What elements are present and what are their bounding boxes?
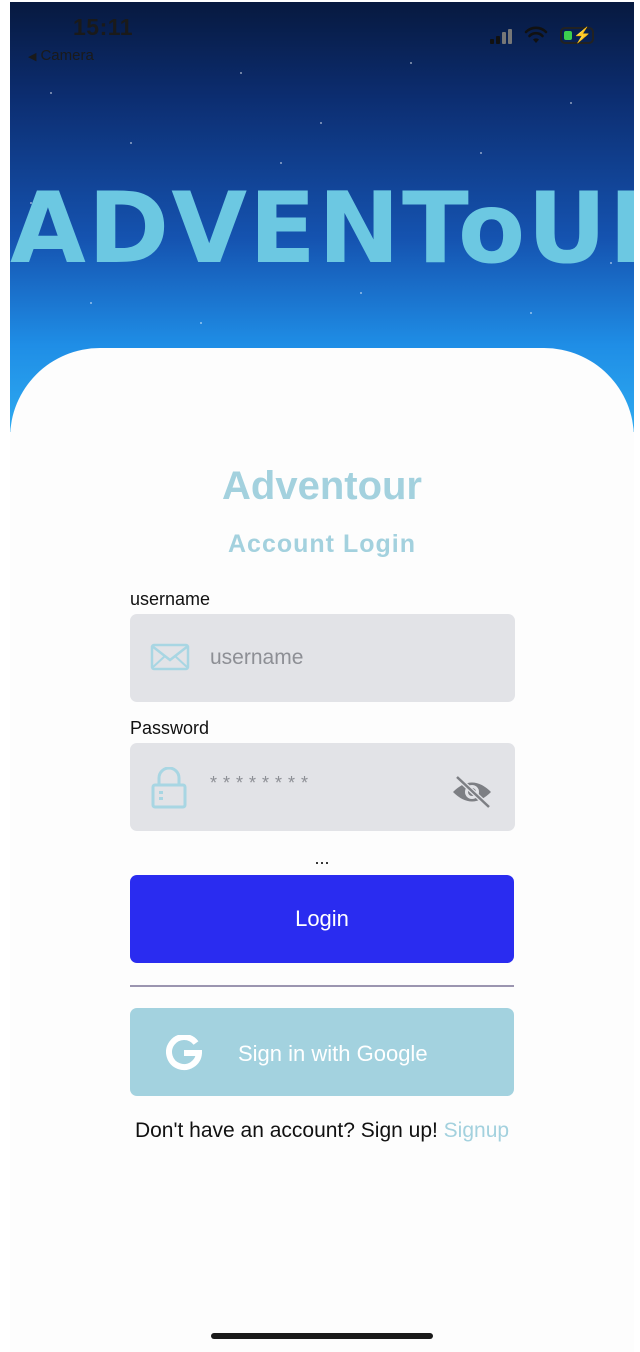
username-placeholder: username <box>210 646 304 669</box>
page-subtitle: Account Login <box>228 530 416 558</box>
lock-icon <box>150 766 188 814</box>
divider <box>130 985 514 987</box>
envelope-icon <box>150 642 190 677</box>
username-field[interactable]: username <box>130 614 515 702</box>
app-screen: ADVENToUR 15:11 ◀ Camera ⚡ Adventour Acco… <box>10 2 634 1352</box>
page-title: Adventour <box>222 464 422 508</box>
app-logo: ADVENToUR <box>10 172 634 286</box>
status-bar: 15:11 ◀ Camera ⚡ <box>10 2 634 64</box>
battery-icon: ⚡ <box>560 27 594 44</box>
signup-row: Don't have an account? Sign up! Signup <box>10 1119 634 1143</box>
signup-prompt: Don't have an account? Sign up! <box>134 1119 438 1142</box>
google-signin-button[interactable]: Sign in with Google <box>130 1008 514 1096</box>
eye-slash-icon[interactable] <box>451 775 493 814</box>
wifi-icon <box>524 26 548 43</box>
google-signin-label: Sign in with Google <box>238 1041 428 1066</box>
status-indicators: ⚡ <box>490 26 594 44</box>
username-label: username <box>130 589 211 609</box>
back-arrow-icon: ◀ <box>28 51 37 63</box>
password-label: Password <box>130 718 210 738</box>
google-g-icon <box>166 1034 203 1077</box>
signup-link[interactable]: Signup <box>444 1119 509 1142</box>
back-to-app-link[interactable]: ◀ Camera <box>28 47 94 64</box>
password-placeholder: ******** <box>210 773 315 793</box>
forgot-password-ellipsis[interactable]: ... <box>10 848 634 869</box>
back-app-label: Camera <box>40 47 94 64</box>
home-indicator[interactable] <box>211 1333 433 1339</box>
login-button[interactable]: Login <box>130 875 514 963</box>
cellular-signal-icon <box>490 28 512 44</box>
status-time: 15:11 <box>73 14 134 40</box>
password-field[interactable]: ******** <box>130 743 515 831</box>
